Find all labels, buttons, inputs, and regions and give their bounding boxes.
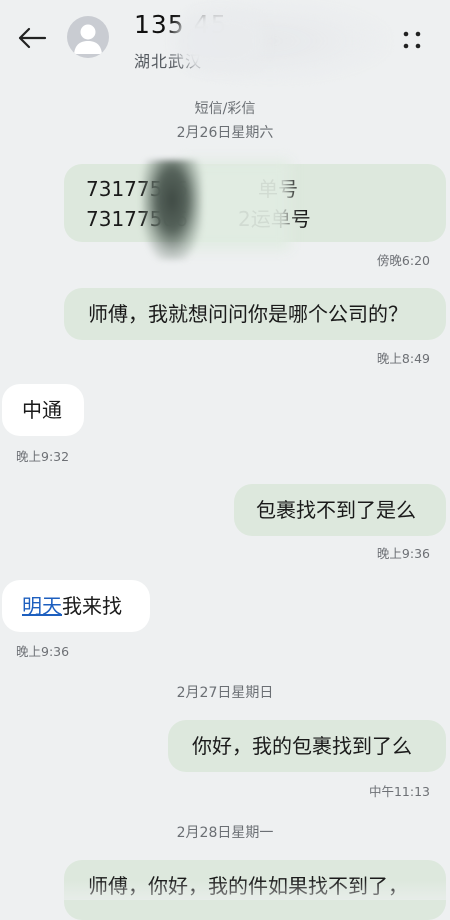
channel-label: 短信/彩信: [194, 101, 256, 117]
message-timestamp: 傍晚6:20: [376, 253, 430, 268]
redaction-blur: [175, 12, 265, 70]
message-timestamp: 晚上9:32: [16, 449, 70, 464]
message-timestamp: 晚上9:36: [376, 546, 430, 561]
date-link[interactable]: 明天: [22, 594, 62, 618]
date-separator: 2月28日星期一: [176, 825, 274, 841]
contact-avatar[interactable]: [67, 16, 109, 58]
back-button[interactable]: [14, 20, 50, 56]
received-message-bubble[interactable]: 明天我来找: [2, 580, 150, 632]
redaction-ink: [142, 160, 202, 260]
date-separator: 2月26日星期六: [176, 125, 274, 141]
more-options-button[interactable]: [396, 22, 428, 58]
scroll-fade: [0, 880, 450, 900]
received-message-bubble[interactable]: 中通: [2, 384, 84, 436]
date-separator: 2月27日星期日: [176, 685, 274, 701]
message-text: 包裹找不到了是么: [256, 498, 416, 522]
conversation-header: 135 45 湖北武汉: [0, 0, 450, 82]
sent-message-bubble[interactable]: 你好，我的包裹找到了么: [168, 720, 446, 772]
message-text: 中通: [22, 398, 62, 422]
sent-message-bubble[interactable]: 包裹找不到了是么: [234, 484, 446, 536]
message-timestamp: 晚上8:49: [376, 351, 430, 366]
message-text: 你好，我的包裹找到了么: [192, 734, 412, 758]
message-text: 我来找: [62, 594, 122, 618]
message-timestamp: 晚上9:36: [16, 644, 70, 659]
more-vertical-icon: [403, 31, 421, 49]
message-text: 师傅，我就想问问你是哪个公司的？: [88, 302, 408, 326]
person-icon: [74, 24, 102, 54]
arrow-left-icon: [18, 27, 47, 49]
message-timestamp: 中午11:13: [368, 784, 430, 799]
sent-message-bubble[interactable]: 师傅，我就想问问你是哪个公司的？: [64, 288, 446, 340]
